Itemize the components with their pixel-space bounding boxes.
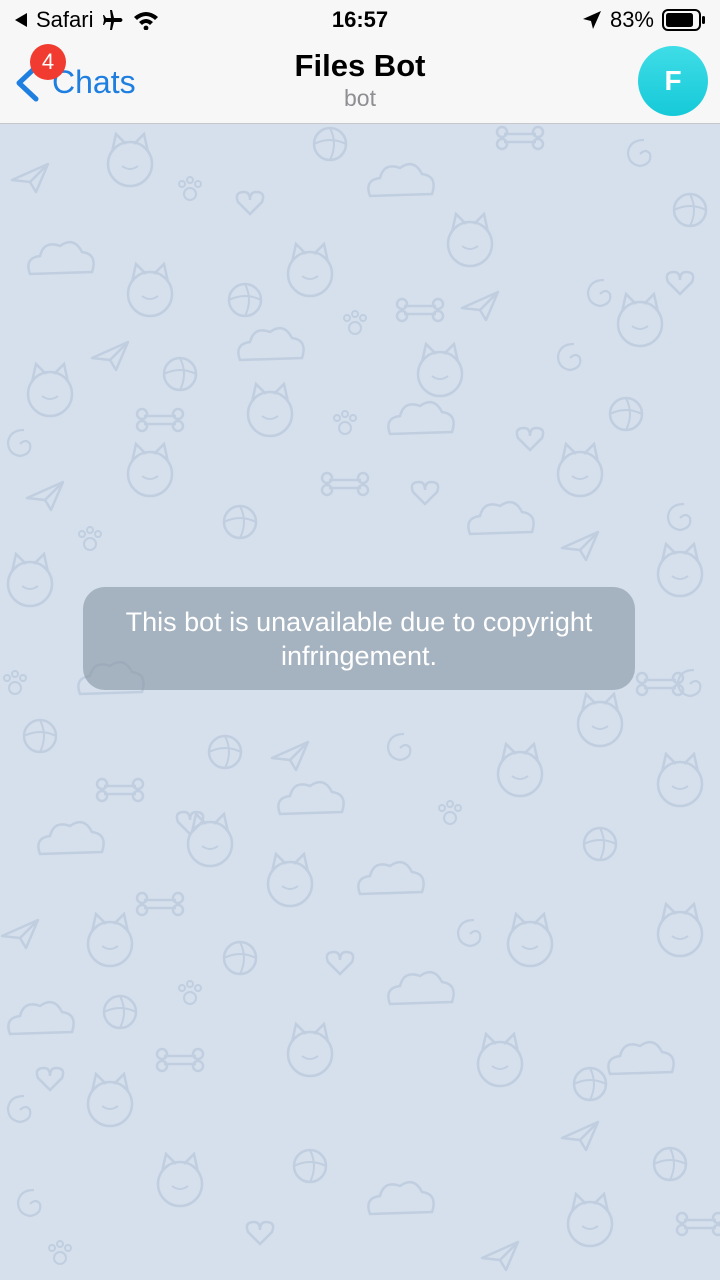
status-right: 83%	[582, 6, 706, 34]
location-arrow-icon	[582, 10, 602, 30]
chat-area: This bot is unavailable due to copyright…	[0, 124, 720, 1280]
telegram-chat-screen: Safari 16:57 83% Chats 4 Files Bot bot F…	[0, 0, 720, 1280]
bot-unavailable-notice: This bot is unavailable due to copyright…	[83, 587, 635, 690]
unread-badge: 4	[30, 44, 66, 80]
battery-icon	[662, 9, 706, 31]
back-button[interactable]: Chats 4	[10, 44, 160, 112]
chat-subtitle: bot	[344, 85, 376, 111]
battery-percent: 83%	[609, 7, 654, 32]
wallpaper-pattern	[0, 125, 720, 1272]
nav-bar: Chats 4 Files Bot bot F	[0, 40, 720, 124]
avatar[interactable]: F	[638, 46, 708, 116]
wallpaper-doodles	[0, 125, 720, 1272]
chat-title[interactable]: Files Bot	[160, 46, 560, 86]
status-bar: Safari 16:57 83%	[0, 0, 720, 40]
